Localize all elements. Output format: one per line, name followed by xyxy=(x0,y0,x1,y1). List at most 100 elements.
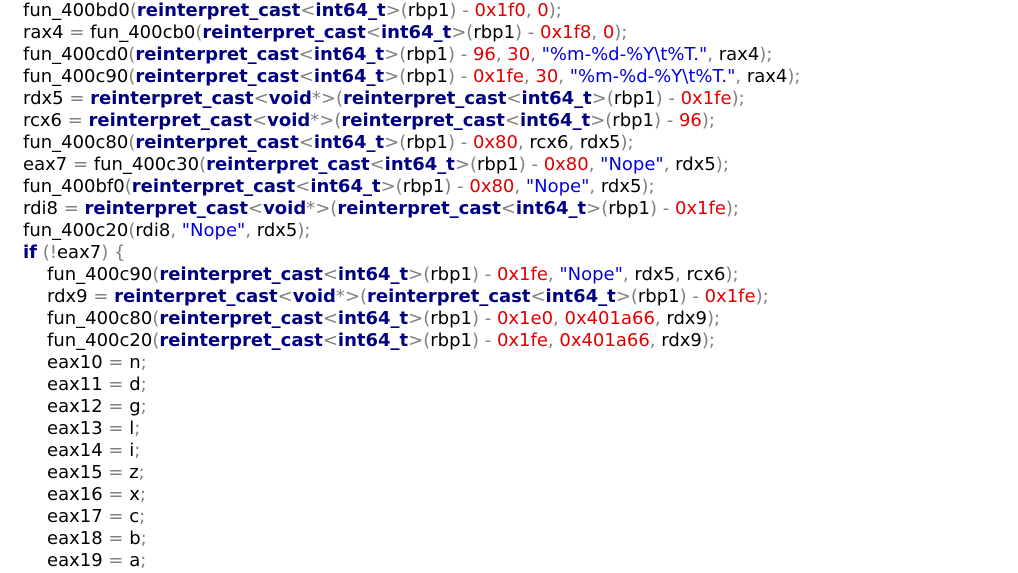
punctuation-token: *>( xyxy=(310,110,342,131)
identifier-token: a xyxy=(129,550,141,571)
code-line: fun_400cd0(reinterpret_cast<int64_t>(rbp… xyxy=(23,44,772,66)
string-literal: "%m-%d-%Y\t%T." xyxy=(569,66,736,87)
keyword-token: reinterpret_cast xyxy=(135,66,299,87)
identifier-token: rdx5 xyxy=(23,88,64,109)
punctuation-token: , xyxy=(547,264,560,285)
identifier-token: b xyxy=(129,528,141,549)
identifier-token: rbp1 xyxy=(477,154,519,175)
punctuation-token: ; xyxy=(140,352,147,373)
punctuation-token: ) - xyxy=(655,88,681,109)
code-line: rax4 = fun_400cb0(reinterpret_cast<int64… xyxy=(23,22,627,44)
identifier-token: rbp1 xyxy=(430,308,472,329)
identifier-token: eax7 xyxy=(56,242,102,263)
code-line: fun_400c90(reinterpret_cast<int64_t>(rbp… xyxy=(47,264,739,286)
punctuation-token: ) - xyxy=(518,154,544,175)
keyword-token: reinterpret_cast xyxy=(202,22,366,43)
punctuation-token: *>( xyxy=(335,286,367,307)
punctuation-token: ); xyxy=(725,198,739,219)
identifier-token: rcx6 xyxy=(23,110,63,131)
identifier-token: rdx5 xyxy=(579,132,621,153)
punctuation-token: = xyxy=(102,528,130,549)
number-literal: 0x80 xyxy=(472,132,518,153)
identifier-token: eax14 xyxy=(47,440,103,461)
code-line: rdx9 = reinterpret_cast<void*>(reinterpr… xyxy=(47,286,769,308)
punctuation-token: , xyxy=(514,176,526,197)
punctuation-token: ); xyxy=(641,176,655,197)
keyword-token: reinterpret_cast xyxy=(135,44,299,65)
punctuation-token: ; xyxy=(140,374,147,395)
punctuation-token: ) - xyxy=(447,66,473,87)
keyword-token: int64_t xyxy=(380,22,452,43)
punctuation-token: = xyxy=(102,462,130,483)
number-literal: 0x1f8 xyxy=(540,22,592,43)
code-line: eax7 = fun_400c30(reinterpret_cast<int64… xyxy=(23,154,729,176)
code-view[interactable]: fun_400bd0(reinterpret_cast<int64_t>(rbp… xyxy=(0,0,1018,573)
punctuation-token: *>( xyxy=(306,198,338,219)
punctuation-token: ; xyxy=(134,418,141,439)
punctuation-token: ); xyxy=(706,308,721,329)
keyword-token: int64_t xyxy=(384,154,455,175)
keyword-token: void xyxy=(267,110,311,131)
punctuation-token: ; xyxy=(138,462,145,483)
identifier-token: fun_400c90 xyxy=(47,264,153,285)
punctuation-token: < xyxy=(322,264,338,285)
punctuation-token: < xyxy=(298,132,314,153)
number-literal: 96 xyxy=(472,44,496,65)
punctuation-token: = xyxy=(67,154,94,175)
code-line: eax13 = l; xyxy=(47,418,140,440)
identifier-token: rdi8 xyxy=(135,220,171,241)
punctuation-token: = xyxy=(102,418,130,439)
identifier-token: eax7 xyxy=(23,154,68,175)
punctuation-token: = xyxy=(57,198,85,219)
punctuation-token: , xyxy=(495,44,508,65)
number-literal: 0x1fe xyxy=(496,264,548,285)
punctuation-token: ) - xyxy=(515,22,541,43)
code-line: eax17 = c; xyxy=(47,506,145,528)
punctuation-token: ) - xyxy=(444,176,470,197)
identifier-token: fun_400c30 xyxy=(93,154,200,175)
punctuation-token: ); xyxy=(787,66,801,87)
punctuation-token: , xyxy=(622,264,635,285)
identifier-token: eax16 xyxy=(47,484,103,505)
punctuation-token: , xyxy=(525,0,538,21)
punctuation-token: ; xyxy=(140,528,147,549)
punctuation-token: >( xyxy=(384,66,407,87)
punctuation-token: , xyxy=(547,330,560,351)
string-literal: "Nope" xyxy=(181,220,246,241)
punctuation-token: , xyxy=(735,66,747,87)
code-line: eax10 = n; xyxy=(47,352,147,374)
punctuation-token: >( xyxy=(385,0,408,21)
identifier-token: eax18 xyxy=(47,528,103,549)
identifier-token: eax15 xyxy=(47,462,103,483)
punctuation-token: = xyxy=(87,286,115,307)
identifier-token: eax17 xyxy=(47,506,103,527)
punctuation-token: < xyxy=(365,22,381,43)
punctuation-token: ; xyxy=(139,484,146,505)
identifier-token: rbp1 xyxy=(407,0,450,21)
number-literal: 0 xyxy=(537,0,549,21)
code-line: fun_400c80(reinterpret_cast<int64_t>(rbp… xyxy=(23,132,634,154)
punctuation-token: ); xyxy=(297,220,311,241)
keyword-token: void xyxy=(292,286,336,307)
string-literal: "%m-%d-%Y\t%T." xyxy=(541,44,708,65)
punctuation-token: , xyxy=(588,154,601,175)
punctuation-token: ); xyxy=(755,286,769,307)
keyword-token: reinterpret_cast xyxy=(159,308,323,329)
keyword-token: int64_t xyxy=(519,110,591,131)
number-literal: 0x80 xyxy=(469,176,515,197)
punctuation-token: >( xyxy=(615,286,638,307)
identifier-token: eax19 xyxy=(47,550,103,571)
punctuation-token: , xyxy=(553,308,565,329)
punctuation-token: < xyxy=(322,330,338,351)
keyword-token: int64_t xyxy=(315,0,386,21)
punctuation-token: ); xyxy=(731,88,745,109)
keyword-token: reinterpret_cast xyxy=(90,88,254,109)
punctuation-token: >( xyxy=(408,264,431,285)
punctuation-token: < xyxy=(298,44,314,65)
identifier-token: z xyxy=(129,462,139,483)
number-literal: 0x1fe xyxy=(472,66,524,87)
identifier-token: rax4 xyxy=(718,44,760,65)
punctuation-token: ) - xyxy=(471,308,497,329)
identifier-token: rbp1 xyxy=(473,22,516,43)
keyword-token: reinterpret_cast xyxy=(206,154,370,175)
